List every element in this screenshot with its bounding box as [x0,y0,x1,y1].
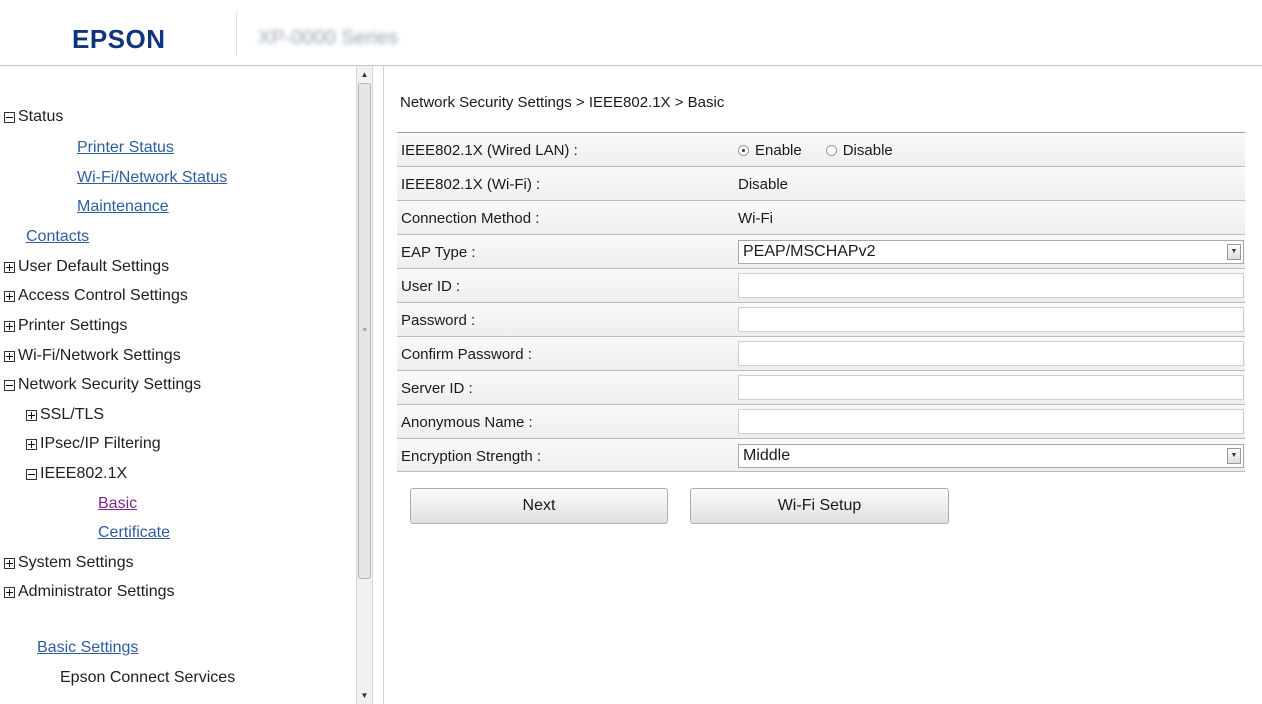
nav-ieee8021x[interactable]: IEEE802.1X [26,464,127,484]
nav-printer-settings[interactable]: Printer Settings [4,316,127,336]
nav-administrator-settings[interactable]: Administrator Settings [4,582,175,602]
expand-icon[interactable] [4,586,15,598]
expand-icon[interactable] [4,261,15,273]
row-server-id: Server ID : [397,370,1245,404]
model-name: XP-0000 Series [258,27,399,49]
confirm-password-input[interactable] [738,341,1244,366]
chevron-down-icon[interactable]: ▼ [1227,448,1241,464]
expand-icon[interactable] [26,409,37,421]
password-input[interactable] [738,307,1244,332]
eap-type-select[interactable]: PEAP/MSCHAPv2 ▼ [738,240,1244,264]
nav-maintenance[interactable]: Maintenance [77,197,169,217]
nav-basic[interactable]: Basic [98,494,137,514]
disable-radio[interactable] [825,145,837,156]
collapse-icon[interactable] [4,379,15,391]
row-encryption-strength: Encryption Strength : Middle ▼ [397,438,1245,472]
nav-ssl-tls-label: SSL/TLS [40,406,105,423]
nav-access-control-settings-label: Access Control Settings [18,287,188,304]
row-anonymous-name: Anonymous Name : [397,404,1245,438]
nav-basic-settings[interactable]: Basic Settings [37,638,138,658]
next-button[interactable]: Next [410,488,668,524]
encryption-strength-select[interactable]: Middle ▼ [738,444,1244,468]
wired-lan-radio-group: Enable Disable [738,142,917,159]
connection-method-value: Wi-Fi [738,210,773,227]
nav-wifi-network-settings[interactable]: Wi-Fi/Network Settings [4,346,181,366]
row-user-id: User ID : [397,268,1245,302]
wifi-setup-button[interactable]: Wi-Fi Setup [690,488,949,524]
nav-ieee8021x-label: IEEE802.1X [40,465,128,482]
server-id-input[interactable] [738,375,1244,400]
wifi-label: IEEE802.1X (Wi-Fi) : [401,176,541,193]
scroll-down-icon[interactable]: ▼ [357,687,372,704]
nav-user-default-settings[interactable]: User Default Settings [4,257,169,277]
encryption-strength-label: Encryption Strength : [401,448,542,465]
nav-user-default-settings-label: User Default Settings [18,258,170,275]
row-eap-type: EAP Type : PEAP/MSCHAPv2 ▼ [397,234,1245,268]
wifi-value: Disable [738,176,789,193]
header-divider [236,12,237,56]
expand-icon[interactable] [4,557,15,569]
collapse-icon[interactable] [4,111,15,123]
expand-icon[interactable] [4,320,15,332]
header: EPSON XP-0000 Series [0,0,1262,66]
eap-type-value: PEAP/MSCHAPv2 [743,243,876,260]
grip-icon: ≡ [362,327,367,334]
nav-ipsec-ip-filtering-label: IPsec/IP Filtering [40,435,161,452]
row-password: Password : [397,302,1245,336]
nav-administrator-settings-label: Administrator Settings [18,583,175,600]
row-connection-method: Connection Method : Wi-Fi [397,200,1245,234]
user-id-label: User ID : [401,278,461,295]
confirm-password-label: Confirm Password : [401,346,532,363]
anonymous-name-input[interactable] [738,409,1244,434]
nav-access-control-settings[interactable]: Access Control Settings [4,286,188,306]
row-wifi: IEEE802.1X (Wi-Fi) : Disable [397,166,1245,200]
nav-system-settings[interactable]: System Settings [4,553,134,573]
chevron-down-icon[interactable]: ▼ [1227,244,1241,260]
main-content: Network Security Settings > IEEE802.1X >… [383,66,1262,704]
nav-epson-connect-services[interactable]: Epson Connect Services [60,668,235,688]
nav-ssl-tls[interactable]: SSL/TLS [26,405,104,425]
nav-network-security-settings-label: Network Security Settings [18,376,202,393]
sidebar-scrollbar[interactable]: ▲ ≡ ▼ [356,66,373,704]
row-confirm-password: Confirm Password : [397,336,1245,370]
nav-certificate[interactable]: Certificate [98,523,170,543]
nav-wifi-network-status[interactable]: Wi-Fi/Network Status [77,168,227,188]
nav-wifi-network-settings-label: Wi-Fi/Network Settings [18,347,181,364]
nav-status-label: Status [18,108,64,125]
scroll-thumb[interactable]: ≡ [358,83,371,579]
server-id-label: Server ID : [401,380,473,397]
nav-network-security-settings[interactable]: Network Security Settings [4,375,201,395]
user-id-input[interactable] [738,273,1244,298]
disable-radio-label[interactable]: Disable [843,142,893,159]
epson-logo: EPSON [72,24,166,54]
expand-icon[interactable] [26,438,37,450]
sidebar: Status Printer Status Wi-Fi/Network Stat… [0,66,356,704]
nav-printer-settings-label: Printer Settings [18,317,128,334]
collapse-icon[interactable] [26,468,37,480]
anonymous-name-label: Anonymous Name : [401,414,533,431]
breadcrumb: Network Security Settings > IEEE802.1X >… [400,94,725,111]
row-wired-lan: IEEE802.1X (Wired LAN) : Enable Disable [397,132,1245,166]
expand-icon[interactable] [4,290,15,302]
nav-contacts[interactable]: Contacts [26,227,89,247]
connection-method-label: Connection Method : [401,210,540,227]
scroll-up-icon[interactable]: ▲ [357,66,372,83]
nav-printer-status[interactable]: Printer Status [77,138,174,158]
encryption-strength-value: Middle [743,447,791,464]
nav-status[interactable]: Status [4,107,63,127]
enable-radio[interactable] [738,145,749,156]
enable-radio-label[interactable]: Enable [755,142,802,159]
nav-system-settings-label: System Settings [18,554,134,571]
wired-lan-label: IEEE802.1X (Wired LAN) : [401,142,578,159]
password-label: Password : [401,312,476,329]
nav-ipsec-ip-filtering[interactable]: IPsec/IP Filtering [26,434,161,454]
expand-icon[interactable] [4,350,15,362]
eap-type-label: EAP Type : [401,244,476,261]
